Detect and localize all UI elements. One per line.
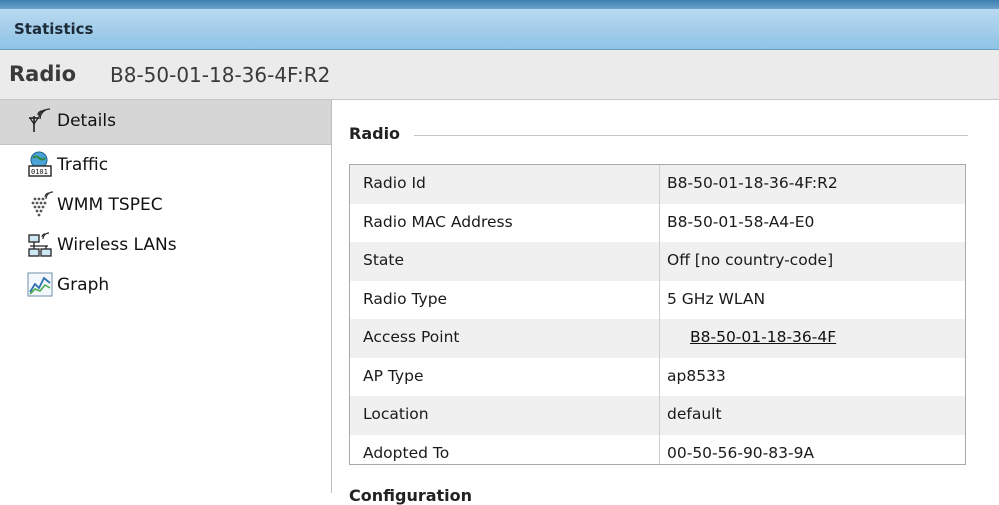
row-label: State [363, 251, 405, 269]
row-label: Adopted To [363, 443, 450, 462]
statistics-header: Statistics [0, 8, 999, 50]
table-row: Radio Id B8-50-01-18-36-4F:R2 [350, 165, 965, 204]
radio-label: Radio [9, 62, 76, 86]
sidebar-item-traffic[interactable]: 0101 Traffic [0, 144, 331, 184]
column-divider [659, 319, 660, 358]
sidebar-item-wmm-tspec[interactable]: WMM TSPEC [0, 184, 331, 224]
table-row: Adopted To 00-50-56-90-83-9A [350, 434, 965, 464]
table-row: AP Type ap8533 [350, 357, 965, 396]
row-value: B8-50-01-58-A4-E0 [667, 212, 815, 231]
wmm-tspec-icon [31, 191, 54, 217]
table-row: Access Point B8-50-01-18-36-4F [350, 319, 965, 358]
antenna-icon [29, 108, 51, 132]
sidebar-item-details[interactable]: Details [0, 100, 331, 145]
sidebar-item-label: Details [57, 111, 116, 131]
sidebar-item-label: Traffic [57, 155, 109, 175]
radio-header: Radio B8-50-01-18-36-4F:R2 [0, 50, 999, 100]
row-label: Access Point [363, 328, 460, 346]
row-label: Radio MAC Address [363, 212, 513, 231]
row-value: default [667, 405, 722, 423]
column-divider [659, 280, 660, 319]
column-divider [659, 396, 660, 435]
section-divider [414, 135, 968, 136]
traffic-icon: 0101 [28, 151, 52, 177]
row-label: AP Type [363, 366, 424, 385]
table-row: Location default [350, 396, 965, 435]
column-divider [659, 203, 660, 242]
table-row: State Off [no country-code] [350, 242, 965, 281]
svg-text:0101: 0101 [31, 168, 48, 176]
wireless-lans-icon [28, 232, 52, 257]
radio-details-table: Radio Id B8-50-01-18-36-4F:R2 Radio MAC … [349, 164, 966, 465]
sidebar-item-label: WMM TSPEC [57, 195, 163, 215]
graph-icon [27, 272, 53, 297]
row-value: 5 GHz WLAN [667, 289, 766, 308]
section-title: Radio [349, 124, 401, 143]
row-value: ap8533 [667, 366, 726, 385]
access-point-link[interactable]: B8-50-01-18-36-4F [690, 328, 836, 346]
column-divider [659, 242, 660, 281]
sidebar-item-wireless-lans[interactable]: Wireless LANs [0, 224, 331, 264]
row-value: Off [no country-code] [667, 251, 834, 269]
row-label: Radio Type [363, 289, 448, 308]
sidebar-item-label: Graph [57, 275, 110, 295]
row-value: 00-50-56-90-83-9A [667, 443, 815, 462]
column-divider [659, 165, 660, 204]
statistics-title: Statistics [14, 20, 94, 38]
configuration-section-title: Configuration [349, 486, 473, 505]
sidebar-item-label: Wireless LANs [57, 235, 177, 255]
table-row: Radio Type 5 GHz WLAN [350, 280, 965, 319]
sidebar-item-graph[interactable]: Graph [0, 264, 331, 304]
radio-id: B8-50-01-18-36-4F:R2 [110, 63, 331, 87]
sidebar: Details 0101 Traffic WMM TSPEC Wireless … [0, 100, 332, 493]
table-row: Radio MAC Address B8-50-01-58-A4-E0 [350, 203, 965, 242]
row-value: B8-50-01-18-36-4F:R2 [667, 174, 838, 192]
row-label: Location [363, 405, 429, 423]
column-divider [659, 434, 660, 464]
details-panel: Radio Radio Id B8-50-01-18-36-4F:R2 Radi… [332, 100, 999, 505]
column-divider [659, 357, 660, 396]
row-label: Radio Id [363, 174, 426, 192]
